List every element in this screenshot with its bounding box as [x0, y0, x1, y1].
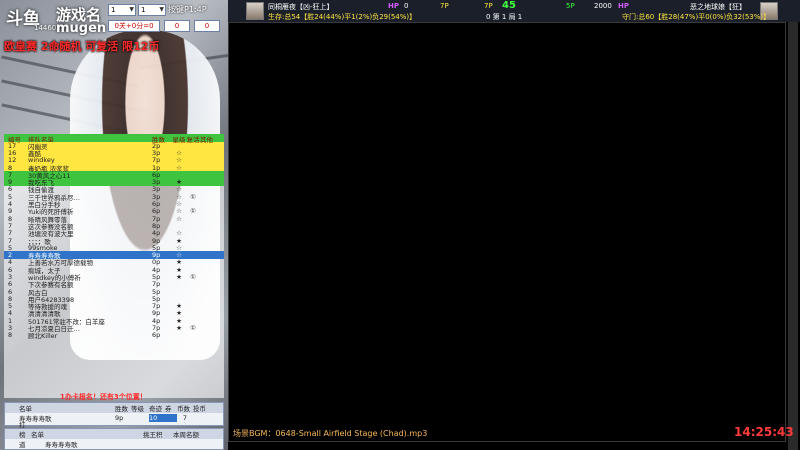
player-right-value: 1 — [141, 6, 146, 14]
right-fighter-name: 恶之地球娘【狂】 — [690, 3, 746, 11]
panel2-header-challenge: 挑王积 — [143, 431, 163, 439]
panel1-header-name: 名单 — [19, 405, 32, 413]
panel2-player-name: 寿寿寿寿歌 — [45, 441, 78, 449]
panel1-miracle: 10 — [149, 414, 177, 422]
left-power: 7P — [440, 2, 449, 10]
panel2-header-weekly: 本周名额 — [173, 431, 199, 439]
left-stock: 7P — [484, 2, 493, 10]
rank-player-name: 顾北Killer — [28, 332, 58, 341]
rank-board-panel: 打榜道 名单 挑王积 本周名额 寿寿寿寿歌 — [4, 421, 224, 450]
header-revive: 复活 — [186, 136, 200, 144]
score-formula: 0关+0分=0 — [108, 20, 160, 32]
rank-revive: ① — [190, 207, 196, 216]
rank-star: ★ — [176, 324, 182, 333]
right-power: 5P — [566, 2, 575, 10]
side-scrollbar[interactable] — [788, 22, 798, 450]
right-hp-label: HP — [618, 2, 629, 10]
player-left-value: 1 — [111, 6, 116, 14]
panel1-header-wins: 胜数 — [115, 405, 128, 413]
rank-star: ☆ — [176, 214, 182, 223]
panel1-header-level: 等级 — [131, 405, 144, 413]
current-player-panel: 名单 胜数 等级 奇迹 券 币数 投币 寿寿寿寿歌 9p 10 7 — [4, 402, 224, 426]
score-a: 0 — [164, 20, 190, 32]
panel1-header-ticket: 券 — [165, 405, 172, 413]
rank-star: ★ — [176, 273, 182, 281]
left-fighter-name: 同桐雁夜【凶-狂上】 — [268, 3, 334, 11]
panel2-header-name: 名单 — [31, 431, 44, 439]
header-other: 其他 — [200, 136, 213, 144]
rank-revive: ① — [190, 192, 196, 201]
center-number: 45 — [502, 0, 516, 11]
panel1-coins: 7 — [182, 414, 188, 422]
game-screen — [228, 22, 786, 442]
left-hp-value: 0 — [404, 2, 409, 10]
panel1-row: 寿寿寿寿歌 9p 10 7 — [5, 413, 223, 423]
rank-star: ☆ — [176, 163, 182, 172]
score-b: 0 — [194, 20, 220, 32]
player-right-select[interactable]: 1 ▼ — [138, 4, 166, 16]
clock: 14:25:43 — [734, 425, 794, 439]
join-message: 1办卡报名！还有3个位置！ — [60, 393, 147, 401]
mode-rules-text: 欧皇赛 2命随机 可复活 限12币 — [4, 40, 160, 53]
player-control-box: 1 ▼ 1 ▼ 按键P1:4P 0关+0分=0 0 0 — [108, 4, 224, 34]
rank-list-rows: 17 闪幽灵 2p 16 鑫酷 3p ☆ 12 windkey 7p ☆ 8 毒奶瓶 浓浆浆 1p ☆ 7 30… — [4, 142, 224, 341]
score-line: 0关+0分=0 0 0 — [108, 20, 223, 33]
game-name: mugen — [56, 21, 107, 36]
panel2-row: 寿寿寿寿歌 — [5, 439, 223, 449]
key-binding-info: 按键P1:4P — [168, 5, 207, 14]
rank-row[interactable]: 8 顾北Killer 6p — [4, 331, 224, 341]
panel1-header-coins: 币数 — [177, 405, 190, 413]
panel1-header-miracle: 奇迹 — [149, 405, 162, 413]
queue-ranking-list: 编号 排队名单 胜数 星级 复活 其他 17 闪幽灵 2p 16 鑫酷 3p ☆ 12 wind… — [4, 134, 224, 398]
rank-number: 8 — [8, 331, 13, 340]
right-stats: 守门:总60【胜28(47%)平0(0%)负32(53%)】 — [622, 13, 771, 21]
bgm-info: 场景BGM：0648-Small Airfield Stage (Chad).m… — [233, 429, 428, 438]
right-hp-value: 2000 — [594, 2, 612, 10]
header-stars: 星级 — [172, 136, 186, 144]
fight-hud: 同桐雁夜【凶-狂上】 HP 0 7P 7P 45 0 第 1 局 1 5P 20… — [228, 0, 800, 22]
left-hp-label: HP — [388, 2, 399, 10]
panel1-wins: 9p — [115, 414, 124, 422]
left-fighter-avatar — [246, 2, 264, 20]
chevron-down-icon: ▼ — [129, 6, 134, 13]
panel2-header: 打榜道 名单 挑王积 本周名额 — [5, 421, 223, 449]
panel1-header-insert: 投币 — [193, 405, 206, 413]
rank-wins: 6p — [152, 331, 161, 340]
panel1-header: 名单 胜数 等级 奇迹 券 币数 投币 — [5, 403, 223, 413]
left-stats: 生存:总54【胜24(44%)平1(2%)负29(54%)】 — [268, 13, 417, 21]
panel2-header-board: 打榜道 — [19, 421, 26, 449]
rank-revive: ① — [190, 273, 196, 281]
chevron-down-icon: ▼ — [159, 6, 164, 13]
rank-revive: ① — [190, 324, 196, 333]
round-counter: 0 第 1 局 1 — [486, 13, 523, 21]
player-left-select[interactable]: 1 ▼ — [108, 4, 136, 16]
